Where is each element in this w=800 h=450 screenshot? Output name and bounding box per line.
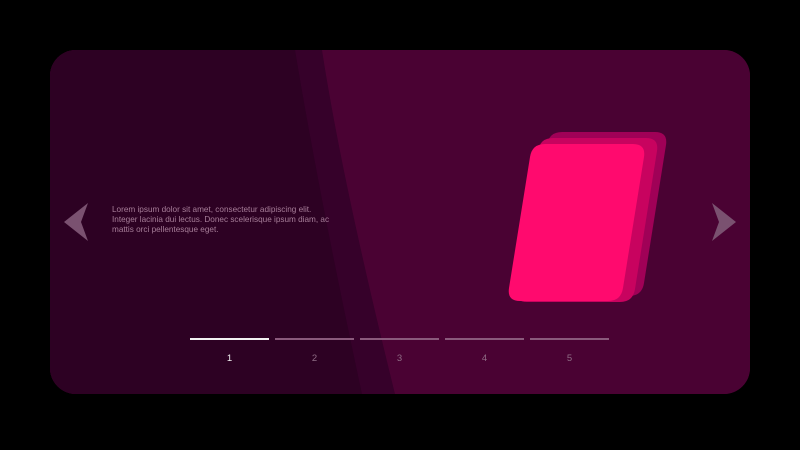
page-indicator-bar [275,338,354,340]
front-card-shape [508,144,645,301]
page-indicator-5[interactable]: 5 [530,337,609,367]
stage: Lorem ipsum dolor sit amet, consectetur … [0,0,800,450]
chevron-right-icon [712,203,736,241]
page-indicator-2[interactable]: 2 [275,337,354,367]
stacked-cards-illustration [508,132,667,302]
page-number: 4 [481,353,488,364]
page-indicator-3[interactable]: 3 [360,337,439,367]
page-indicator-1[interactable]: 1 [190,337,269,367]
page-indicator-bar [190,338,269,340]
page-indicator-bar [530,338,609,340]
next-slide-button[interactable] [710,202,738,242]
page-indicator-4[interactable]: 4 [445,337,524,367]
chevron-left-icon [64,203,88,241]
page-number: 1 [226,353,233,364]
slide-description: Lorem ipsum dolor sit amet, consectetur … [112,205,330,234]
page-number: 5 [566,353,573,364]
page-number: 2 [311,353,318,364]
previous-slide-button[interactable] [62,202,90,242]
page-number: 3 [396,353,403,364]
page-indicator-bar [445,338,524,340]
slide-pagination: 1 2 3 4 5 [190,337,611,367]
page-indicator-bar [360,338,439,340]
